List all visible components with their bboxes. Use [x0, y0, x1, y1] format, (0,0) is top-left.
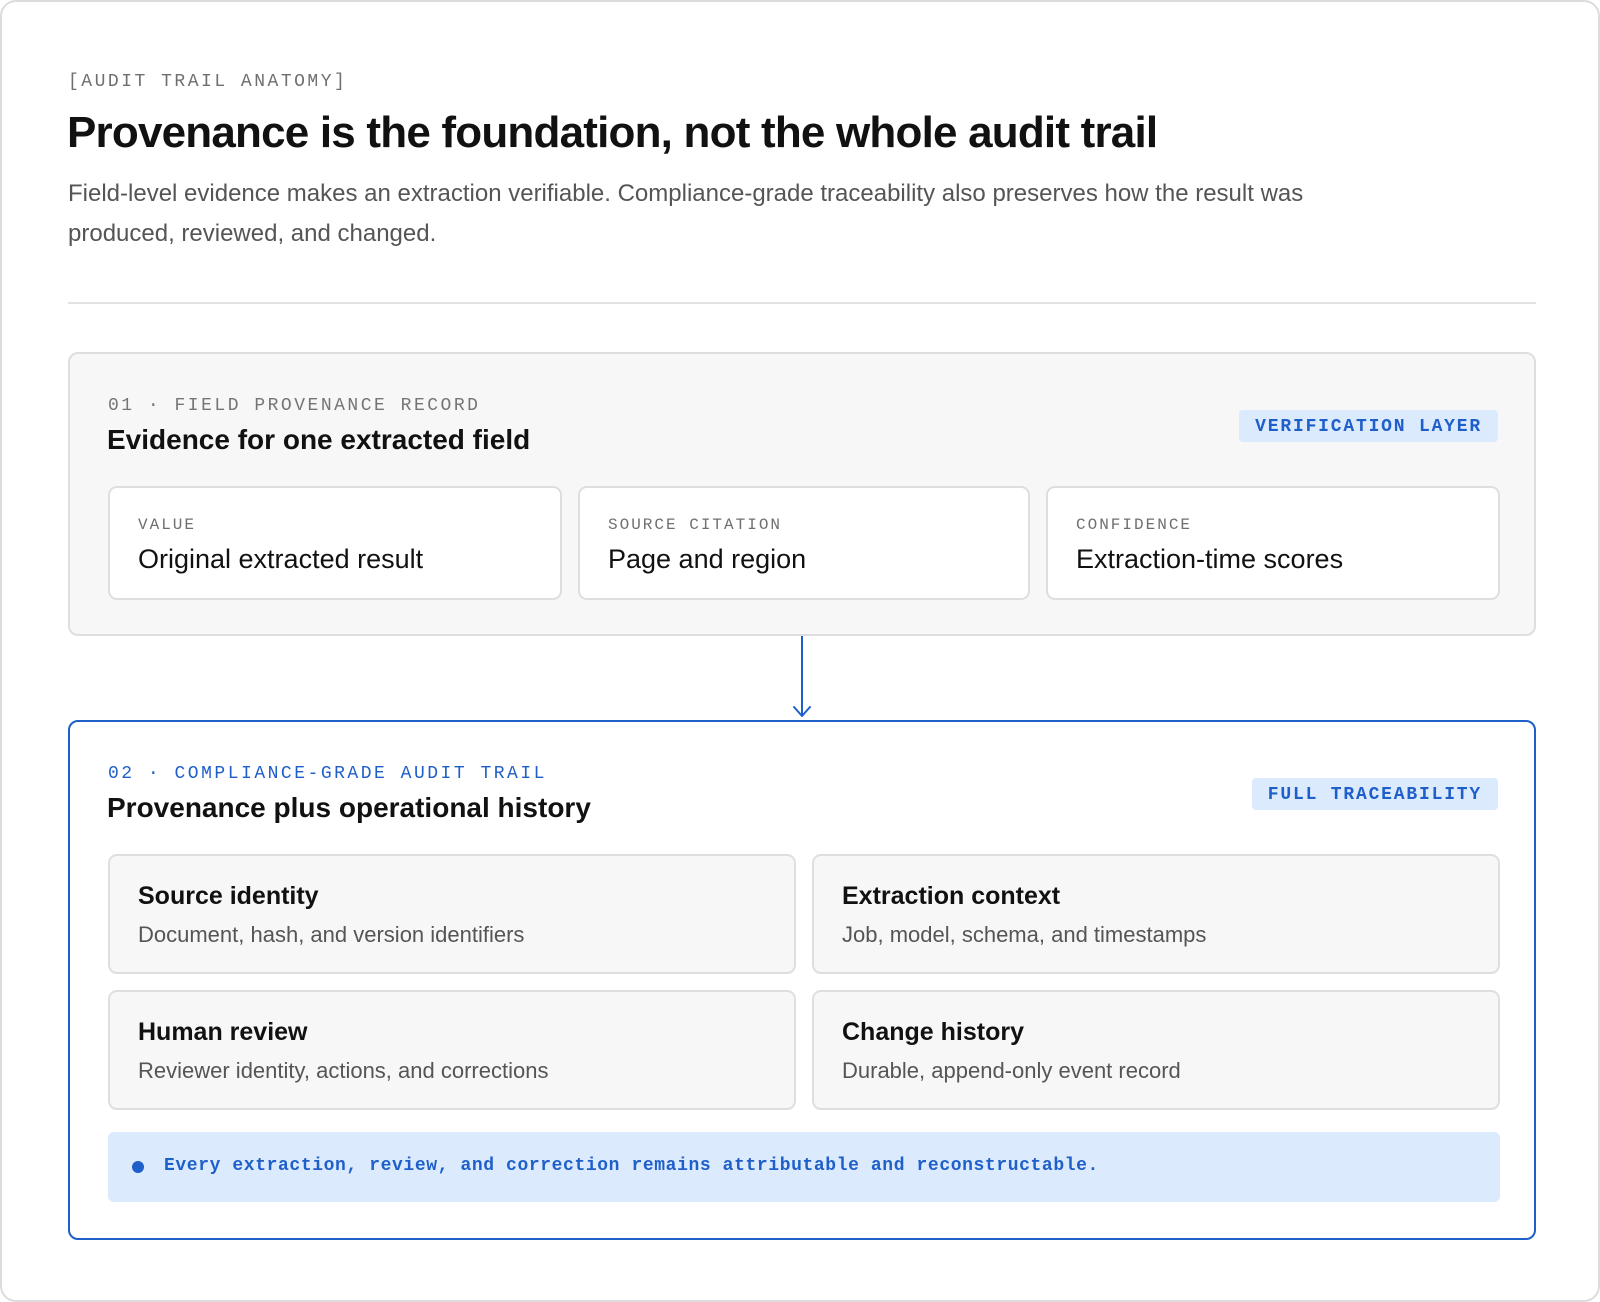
- page-subtitle: Field-level evidence makes an extraction…: [68, 180, 1304, 247]
- arrow-down-icon: [793, 636, 811, 717]
- field-provenance-layer: 01 · FIELD PROVENANCE RECORD Evidence fo…: [68, 352, 1536, 636]
- layer2-eyebrow: 02 · COMPLIANCE-GRADE AUDIT TRAIL: [108, 764, 547, 784]
- section-eyebrow: [AUDIT TRAIL ANATOMY]: [68, 72, 348, 92]
- header-divider: [68, 302, 1536, 304]
- card-description: Reviewer identity, actions, and correcti…: [138, 1058, 549, 1083]
- card-human-review: Human review Reviewer identity, actions,…: [108, 990, 796, 1110]
- layer1-title: Evidence for one extracted field: [107, 424, 531, 455]
- card-description: Durable, append-only event record: [842, 1058, 1181, 1083]
- card-title: Human review: [138, 1018, 308, 1046]
- page-title: Provenance is the foundation, not the wh…: [67, 108, 1158, 157]
- card-source-identity: Source identity Document, hash, and vers…: [108, 854, 796, 974]
- traceability-note: Every extraction, review, and correction…: [108, 1132, 1500, 1202]
- field-label: CONFIDENCE: [1076, 516, 1193, 534]
- field-value: Extraction-time scores: [1076, 544, 1344, 574]
- card-description: Job, model, schema, and timestamps: [842, 922, 1207, 947]
- note-text: Every extraction, review, and correction…: [164, 1156, 1099, 1176]
- layer2-title: Provenance plus operational history: [107, 792, 591, 823]
- field-label: SOURCE CITATION: [608, 516, 783, 534]
- field-card-source-citation: SOURCE CITATION Page and region: [578, 486, 1030, 600]
- diagram-frame: [AUDIT TRAIL ANATOMY] Provenance is the …: [0, 0, 1600, 1302]
- layer1-eyebrow: 01 · FIELD PROVENANCE RECORD: [108, 396, 481, 416]
- field-card-confidence: CONFIDENCE Extraction-time scores: [1046, 486, 1500, 600]
- card-extraction-context: Extraction context Job, model, schema, a…: [812, 854, 1500, 974]
- card-title: Extraction context: [842, 882, 1061, 910]
- card-change-history: Change history Durable, append-only even…: [812, 990, 1500, 1110]
- verification-layer-tag: VERIFICATION LAYER: [1239, 410, 1498, 442]
- bullet-dot-icon: [132, 1161, 144, 1173]
- field-value: Original extracted result: [138, 544, 424, 574]
- field-value: Page and region: [608, 544, 807, 574]
- card-title: Source identity: [138, 882, 319, 910]
- full-traceability-tag: FULL TRACEABILITY: [1251, 778, 1498, 810]
- card-description: Document, hash, and version identifiers: [138, 922, 525, 947]
- field-card-value: VALUE Original extracted result: [108, 486, 562, 600]
- compliance-audit-trail-layer: 02 · COMPLIANCE-GRADE AUDIT TRAIL Proven…: [68, 720, 1536, 1240]
- provenance-fields: VALUE Original extracted result SOURCE C…: [108, 486, 1500, 600]
- field-label: VALUE: [138, 516, 197, 534]
- card-title: Change history: [842, 1018, 1024, 1046]
